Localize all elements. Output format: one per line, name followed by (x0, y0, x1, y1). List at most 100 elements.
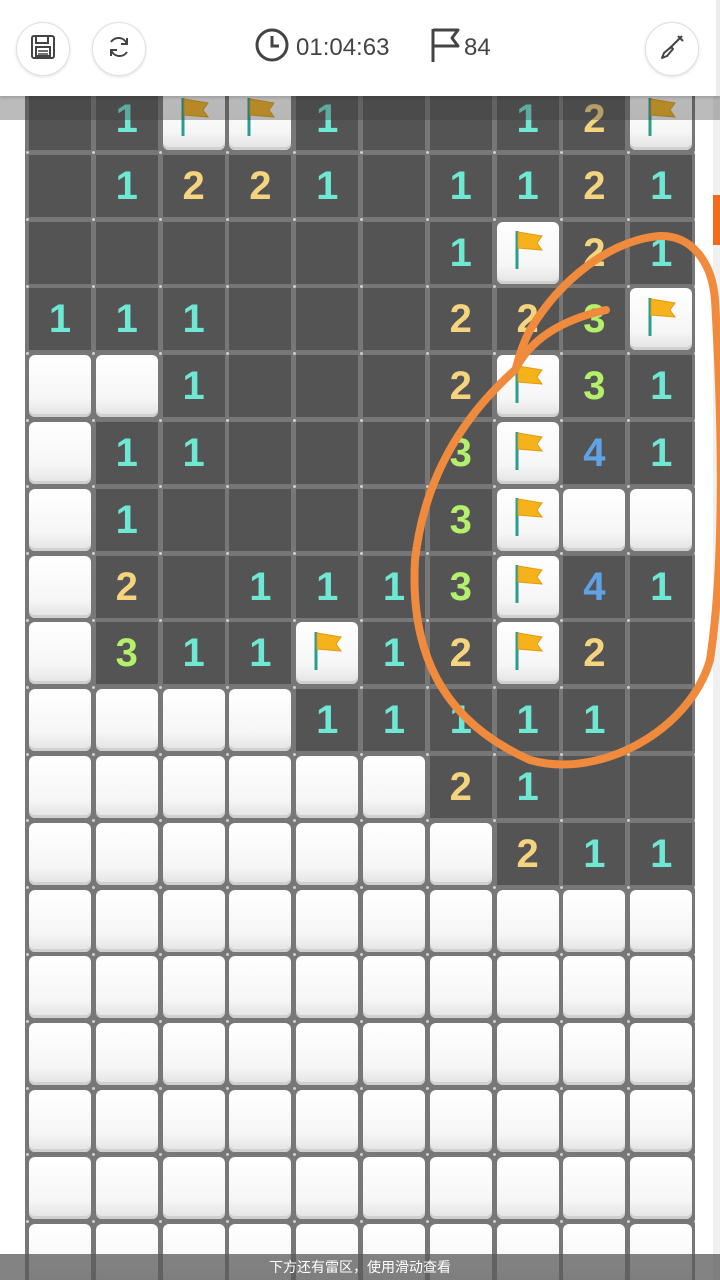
covered-cell[interactable] (229, 1023, 292, 1086)
empty-cell[interactable] (162, 555, 225, 618)
covered-cell[interactable] (363, 756, 425, 818)
number-cell[interactable]: 1 (496, 689, 559, 752)
number-cell[interactable]: 1 (95, 154, 158, 217)
number-cell[interactable]: 2 (429, 622, 492, 685)
covered-cell[interactable] (95, 822, 158, 885)
covered-cell[interactable] (162, 1090, 225, 1152)
covered-cell[interactable] (296, 956, 359, 1019)
number-cell[interactable]: 2 (563, 154, 626, 217)
covered-cell[interactable] (229, 1156, 292, 1219)
covered-cell[interactable] (162, 822, 225, 885)
covered-cell[interactable] (29, 422, 91, 484)
empty-cell[interactable] (229, 488, 292, 551)
covered-cell[interactable] (29, 756, 91, 818)
flagged-cell[interactable] (296, 622, 359, 685)
number-cell[interactable]: 2 (563, 622, 626, 685)
empty-cell[interactable] (296, 288, 359, 351)
number-cell[interactable]: 1 (162, 622, 225, 685)
empty-cell[interactable] (95, 221, 158, 284)
number-cell[interactable]: 1 (229, 622, 292, 685)
covered-cell[interactable] (95, 1023, 158, 1086)
covered-cell[interactable] (162, 689, 225, 752)
covered-cell[interactable] (95, 689, 158, 752)
empty-cell[interactable] (363, 154, 425, 217)
flagged-cell[interactable] (496, 622, 559, 685)
number-cell[interactable]: 1 (630, 355, 693, 418)
number-cell[interactable]: 2 (496, 288, 559, 351)
covered-cell[interactable] (95, 956, 158, 1019)
shovel-button[interactable] (645, 22, 699, 76)
number-cell[interactable]: 1 (95, 488, 158, 551)
covered-cell[interactable] (29, 555, 91, 618)
empty-cell[interactable] (630, 689, 693, 752)
number-cell[interactable]: 1 (429, 221, 492, 284)
restart-button[interactable] (92, 22, 146, 76)
covered-cell[interactable] (229, 822, 292, 885)
number-cell[interactable]: 2 (429, 355, 492, 418)
empty-cell[interactable] (563, 756, 626, 818)
number-cell[interactable]: 1 (496, 154, 559, 217)
empty-cell[interactable] (630, 756, 693, 818)
empty-cell[interactable] (29, 221, 91, 284)
minefield-board[interactable]: 1112122111211211112231231113411321113413… (25, 96, 695, 1280)
covered-cell[interactable] (429, 1023, 492, 1086)
number-cell[interactable]: 1 (630, 822, 693, 885)
covered-cell[interactable] (29, 622, 91, 685)
covered-cell[interactable] (630, 1023, 693, 1086)
empty-cell[interactable] (630, 622, 693, 685)
number-cell[interactable]: 1 (563, 822, 626, 885)
covered-cell[interactable] (429, 822, 492, 885)
covered-cell[interactable] (429, 956, 492, 1019)
covered-cell[interactable] (296, 822, 359, 885)
scroll-track[interactable] (713, 96, 720, 1280)
covered-cell[interactable] (496, 889, 559, 952)
covered-cell[interactable] (363, 822, 425, 885)
number-cell[interactable]: 1 (95, 288, 158, 351)
number-cell[interactable]: 1 (429, 154, 492, 217)
number-cell[interactable]: 2 (496, 822, 559, 885)
covered-cell[interactable] (229, 889, 292, 952)
number-cell[interactable]: 3 (429, 488, 492, 551)
empty-cell[interactable] (296, 221, 359, 284)
empty-cell[interactable] (363, 488, 425, 551)
covered-cell[interactable] (563, 889, 626, 952)
empty-cell[interactable] (162, 221, 225, 284)
number-cell[interactable]: 1 (29, 288, 91, 351)
empty-cell[interactable] (229, 355, 292, 418)
number-cell[interactable]: 3 (429, 422, 492, 484)
number-cell[interactable]: 1 (162, 288, 225, 351)
empty-cell[interactable] (29, 154, 91, 217)
number-cell[interactable]: 2 (95, 555, 158, 618)
covered-cell[interactable] (296, 889, 359, 952)
covered-cell[interactable] (630, 488, 693, 551)
covered-cell[interactable] (363, 1090, 425, 1152)
number-cell[interactable]: 4 (563, 555, 626, 618)
empty-cell[interactable] (363, 355, 425, 418)
number-cell[interactable]: 2 (563, 221, 626, 284)
number-cell[interactable]: 3 (95, 622, 158, 685)
covered-cell[interactable] (630, 889, 693, 952)
empty-cell[interactable] (162, 488, 225, 551)
covered-cell[interactable] (296, 756, 359, 818)
covered-cell[interactable] (29, 689, 91, 752)
covered-cell[interactable] (363, 956, 425, 1019)
number-cell[interactable]: 1 (363, 555, 425, 618)
covered-cell[interactable] (229, 956, 292, 1019)
flagged-cell[interactable] (496, 355, 559, 418)
empty-cell[interactable] (229, 221, 292, 284)
covered-cell[interactable] (95, 1156, 158, 1219)
number-cell[interactable]: 1 (95, 422, 158, 484)
flagged-cell[interactable] (630, 288, 693, 351)
covered-cell[interactable] (162, 1023, 225, 1086)
number-cell[interactable]: 1 (296, 154, 359, 217)
number-cell[interactable]: 1 (563, 689, 626, 752)
covered-cell[interactable] (363, 1023, 425, 1086)
number-cell[interactable]: 1 (363, 622, 425, 685)
covered-cell[interactable] (95, 889, 158, 952)
covered-cell[interactable] (296, 1090, 359, 1152)
covered-cell[interactable] (229, 756, 292, 818)
covered-cell[interactable] (429, 889, 492, 952)
empty-cell[interactable] (229, 422, 292, 484)
number-cell[interactable]: 1 (630, 221, 693, 284)
covered-cell[interactable] (363, 1156, 425, 1219)
